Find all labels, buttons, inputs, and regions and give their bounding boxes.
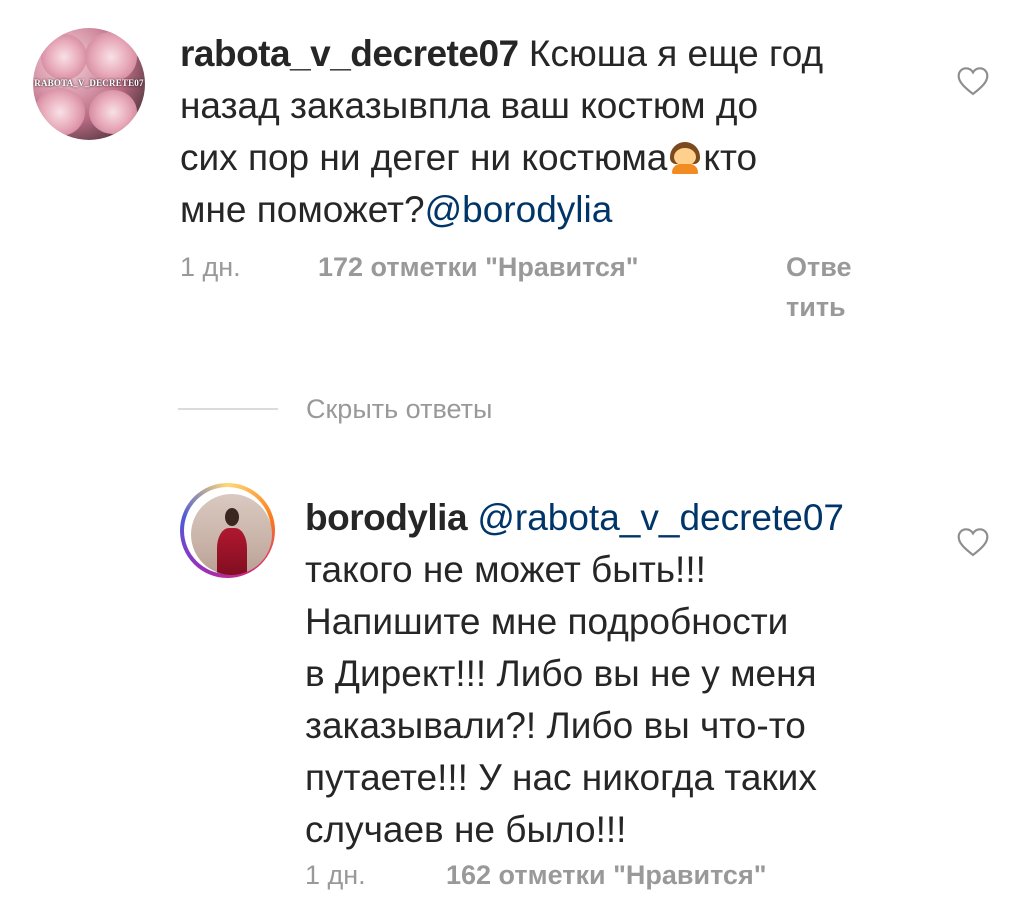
comment-text: rabota_v_decrete07 Ксюша я еще год (180, 28, 823, 80)
comment-line: случаев не было!!! (305, 809, 627, 850)
comment-line-part: кто (703, 137, 758, 178)
comment-line: Напишите мне подробности (305, 601, 789, 642)
comment-line: Ксюша я еще год (528, 33, 824, 74)
mention-link[interactable]: @borodylia (425, 189, 613, 230)
reply-label-line: Отве (786, 252, 852, 282)
heart-icon[interactable] (956, 66, 990, 96)
comment-line-part: сих пор ни дегег ни костюма (180, 137, 668, 178)
comment-line: заказывали?! Либо вы что-то (305, 705, 806, 746)
comment-line: такого не может быть!!! (305, 549, 706, 590)
comment-line: сих пор ни дегег ни костюма кто (180, 132, 757, 184)
comment-username[interactable]: borodylia (305, 497, 468, 538)
avatar-story-ring[interactable] (180, 483, 275, 578)
reply-label-line: тить (786, 292, 846, 322)
comment-time: 1 дн. (180, 252, 241, 282)
comment-line: назад заказывпла ваш костюм до (180, 85, 759, 126)
likes-count[interactable]: 162 отметки "Нравится" (446, 858, 767, 892)
comment-line: в Директ!!! Либо вы не у меня (305, 653, 817, 694)
comment-line: путаете!!! У нас никогда таких (305, 757, 817, 798)
avatar[interactable]: RABOTA_V_DECRETE07 (33, 28, 145, 140)
avatar-caption: RABOTA_V_DECRETE07 (34, 78, 144, 88)
likes-count[interactable]: 172 отметки "Нравится" (318, 250, 639, 284)
comment-line-part: мне поможет? (180, 189, 425, 230)
divider (178, 408, 278, 410)
comment-text: borodylia @rabota_v_decrete07 (305, 492, 844, 544)
comment-line: мне поможет?@borodylia (180, 184, 612, 236)
hide-replies-button[interactable]: Скрыть ответы (306, 392, 492, 426)
person-gesturing-no-emoji (669, 142, 701, 174)
comment-time: 1 дн. (305, 860, 366, 890)
reply-button[interactable]: Отве тить (786, 250, 851, 324)
comment-username[interactable]: rabota_v_decrete07 (180, 33, 519, 74)
heart-icon[interactable] (956, 527, 990, 557)
mention-link[interactable]: @rabota_v_decrete07 (477, 497, 844, 538)
avatar (191, 494, 272, 575)
